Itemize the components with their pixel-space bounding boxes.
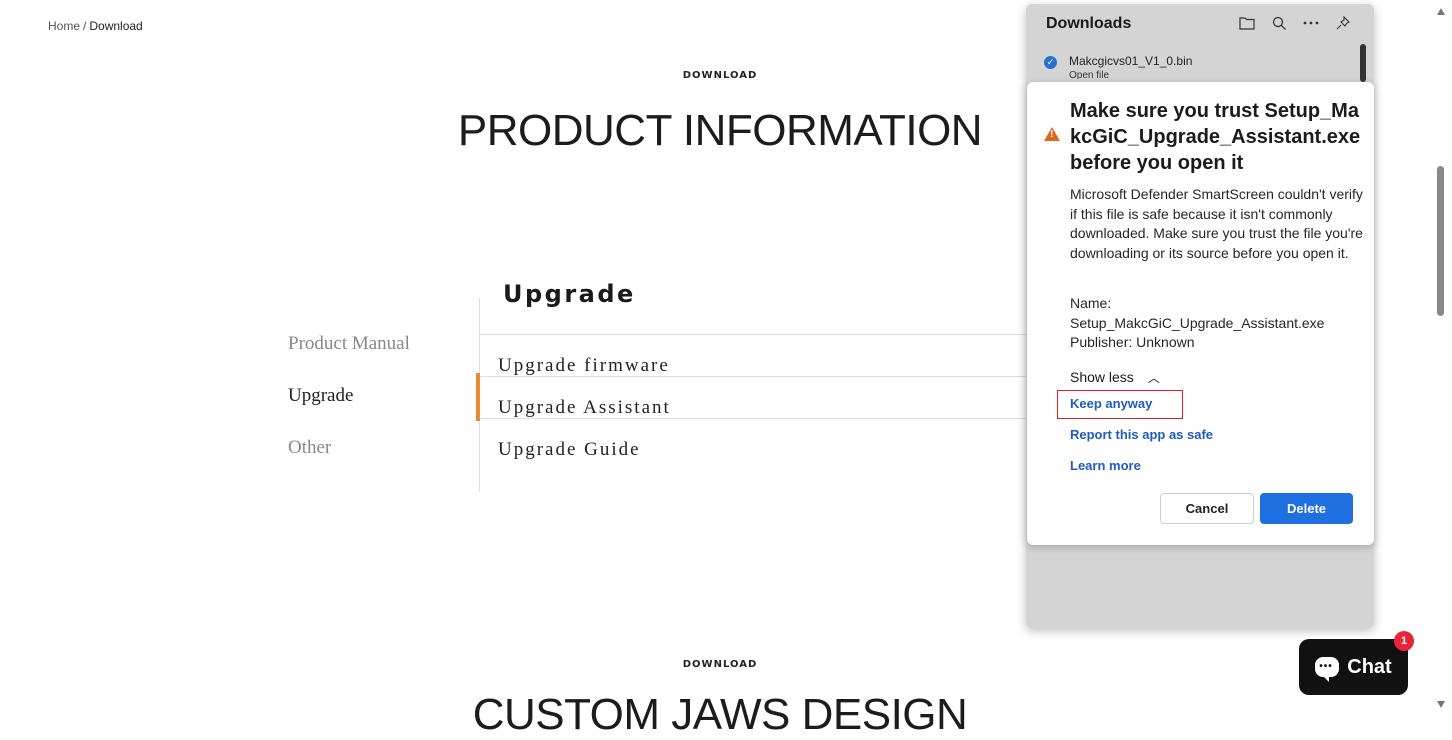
pin-icon[interactable] xyxy=(1334,14,1352,32)
warning-body: Microsoft Defender SmartScreen couldn't … xyxy=(1070,186,1363,261)
page-scrollbar[interactable] xyxy=(1430,0,1452,716)
file-name-label: Name: xyxy=(1070,295,1112,311)
chat-bubble-icon: ••• xyxy=(1315,657,1340,682)
section-eyebrow: DOWNLOAD xyxy=(682,70,758,81)
smartscreen-warning-card: Make sure you trust Setup_MakcGiC_Upgrad… xyxy=(1027,82,1374,545)
more-icon[interactable] xyxy=(1302,14,1320,32)
file-name-value: Setup_MakcGiC_Upgrade_Assistant.exe xyxy=(1070,314,1325,331)
side-nav-item-upgrade[interactable]: Upgrade xyxy=(288,384,410,436)
list-item-upgrade-guide[interactable]: Upgrade Guide xyxy=(480,418,1040,460)
side-nav: Product Manual Upgrade Other xyxy=(288,332,410,488)
chat-button[interactable]: ••• Chat xyxy=(1299,639,1408,695)
search-icon[interactable] xyxy=(1270,14,1288,32)
breadcrumb-home[interactable]: Home xyxy=(48,19,80,33)
show-less-label: Show less xyxy=(1070,369,1134,385)
folder-icon[interactable] xyxy=(1238,14,1256,32)
warning-icon xyxy=(1044,127,1060,141)
chevron-up-icon: ︿ xyxy=(1147,371,1160,385)
downloads-toolbar xyxy=(1238,14,1352,32)
list-item-upgrade-assistant[interactable]: Upgrade Assistant xyxy=(476,373,1040,421)
learn-more-link[interactable]: Learn more xyxy=(1070,458,1141,473)
section-heading: Upgrade xyxy=(503,280,636,308)
breadcrumb: Home / Download xyxy=(48,19,143,33)
scroll-up-arrow-icon[interactable] xyxy=(1437,8,1445,15)
cancel-button[interactable]: Cancel xyxy=(1160,493,1254,524)
scroll-down-arrow-icon[interactable] xyxy=(1437,701,1445,708)
breadcrumb-separator: / xyxy=(83,19,87,33)
downloads-scrollbar[interactable] xyxy=(1360,44,1366,82)
warning-title: Make sure you trust Setup_MakcGiC_Upgrad… xyxy=(1070,100,1361,174)
list-item-upgrade-firmware[interactable]: Upgrade firmware xyxy=(480,334,1040,376)
publisher: Publisher: Unknown xyxy=(1070,334,1195,350)
scroll-thumb[interactable] xyxy=(1437,166,1444,316)
list-item-label: Upgrade firmware xyxy=(498,355,670,376)
report-safe-link[interactable]: Report this app as safe xyxy=(1070,427,1213,442)
download-file-name: Makcgicvs01_V1_0.bin xyxy=(1069,54,1193,68)
list-item-label: Upgrade Guide xyxy=(498,439,641,460)
keep-anyway-link[interactable]: Keep anyway xyxy=(1070,396,1152,411)
page-title: PRODUCT INFORMATION xyxy=(457,106,983,155)
list-item-label: Upgrade Assistant xyxy=(498,397,671,418)
downloads-title: Downloads xyxy=(1046,15,1132,32)
upgrade-list: Upgrade firmware Upgrade Assistant Upgra… xyxy=(476,334,1040,460)
next-section-eyebrow: DOWNLOAD xyxy=(682,659,758,670)
download-open-file-link[interactable]: Open file xyxy=(1069,70,1109,79)
chat-label: Chat xyxy=(1347,655,1392,678)
side-nav-item-other[interactable]: Other xyxy=(288,436,410,488)
delete-button[interactable]: Delete xyxy=(1260,493,1353,524)
next-section-title: CUSTOM JAWS DESIGN xyxy=(472,690,968,739)
breadcrumb-current: Download xyxy=(89,19,143,33)
show-less-toggle[interactable]: Show less ︿ xyxy=(1070,369,1160,386)
download-status-icon: ✓ xyxy=(1044,56,1057,69)
warning-meta: Name: Setup_MakcGiC_Upgrade_Assistant.ex… xyxy=(1070,294,1366,353)
side-nav-item-product-manual[interactable]: Product Manual xyxy=(288,332,410,384)
chat-unread-badge: 1 xyxy=(1394,631,1414,651)
